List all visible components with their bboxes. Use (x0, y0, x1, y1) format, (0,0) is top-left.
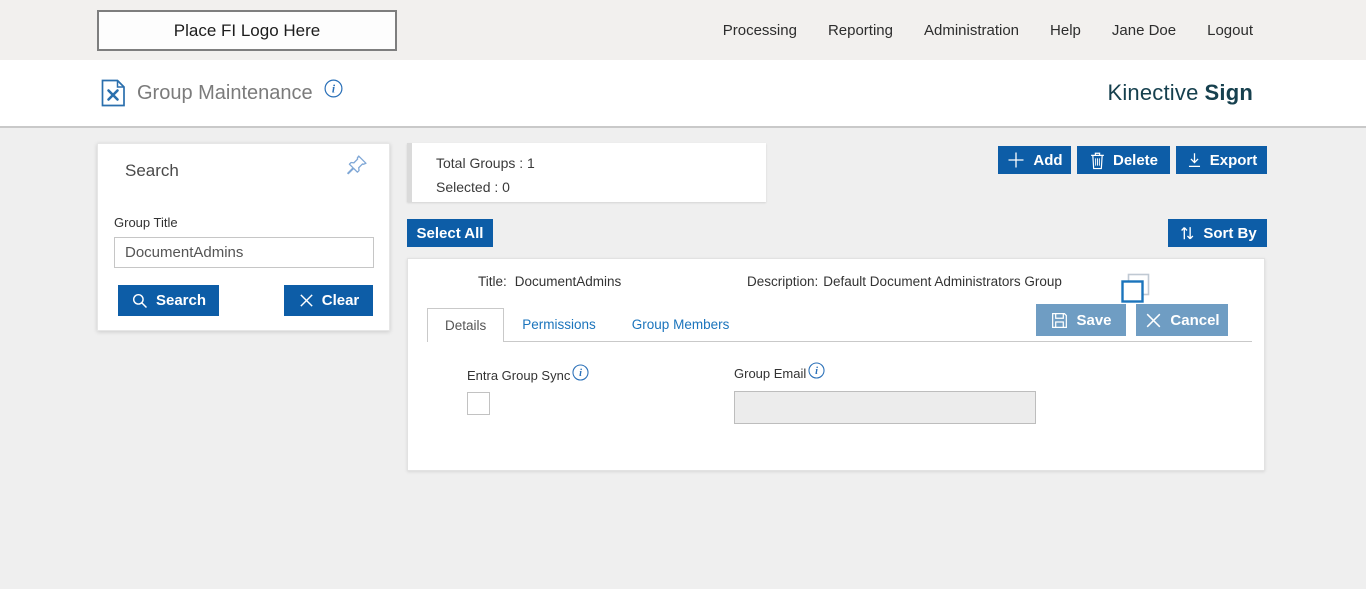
search-panel: Search Group Title Search Clear (97, 143, 390, 331)
cancel-button[interactable]: Cancel (1136, 304, 1228, 336)
select-all-button[interactable]: Select All (407, 219, 493, 247)
selected-value: 0 (502, 179, 510, 195)
top-bar: Place FI Logo Here Processing Reporting … (0, 0, 1366, 60)
nav-item-user[interactable]: Jane Doe (1112, 22, 1176, 39)
add-button-label: Add (1033, 151, 1063, 169)
pushpin-icon[interactable] (343, 153, 369, 179)
entra-group-sync-checkbox[interactable] (467, 392, 490, 415)
group-email-label: Group Email (734, 366, 807, 381)
group-description-line: Description: Default Document Administrat… (747, 274, 1062, 289)
tab-permissions[interactable]: Permissions (504, 308, 614, 341)
page-title-wrap: Group Maintenance i (100, 60, 343, 126)
select-all-button-label: Select All (416, 224, 484, 242)
export-button[interactable]: Export (1176, 146, 1267, 174)
delete-button-label: Delete (1112, 151, 1159, 169)
save-button[interactable]: Save (1036, 304, 1126, 336)
trash-icon (1089, 151, 1106, 170)
plus-icon (1006, 150, 1026, 170)
sort-by-button-label: Sort By (1203, 224, 1257, 242)
brand-product: Sign (1204, 80, 1253, 105)
svg-text:i: i (579, 368, 582, 379)
brand-name: Kinective (1107, 80, 1199, 105)
totals-box: Total Groups : 1 Selected : 0 (407, 143, 766, 202)
tab-group-members[interactable]: Group Members (614, 308, 748, 341)
svg-text:i: i (815, 366, 818, 377)
search-panel-title: Search (125, 161, 179, 180)
tab-details-label: Details (445, 318, 487, 333)
x-icon (1144, 311, 1163, 330)
entra-group-sync-info-icon[interactable]: i (572, 364, 589, 384)
download-icon (1186, 151, 1203, 169)
magnifier-icon (131, 292, 149, 310)
clear-button[interactable]: Clear (284, 285, 373, 316)
search-button[interactable]: Search (118, 285, 219, 316)
nav-item-administration[interactable]: Administration (924, 22, 1019, 39)
search-button-label: Search (155, 292, 207, 309)
entra-group-sync-label-row: Entra Group Sync i (467, 364, 589, 384)
clear-button-label: Clear (321, 292, 360, 309)
sub-header: Group Maintenance i Kinective Sign (0, 60, 1366, 128)
floppy-disk-icon (1050, 311, 1069, 330)
group-row-card: Title: DocumentAdmins Description: Default… (407, 258, 1265, 471)
fi-logo-text: Place FI Logo Here (173, 20, 321, 40)
group-title-field-value: DocumentAdmins (514, 274, 622, 289)
page-info-icon[interactable]: i (324, 79, 343, 103)
brand-logo: Kinective Sign (1107, 60, 1253, 126)
sort-by-button[interactable]: Sort By (1168, 219, 1267, 247)
group-description-field-label: Description: (747, 274, 819, 289)
group-maintenance-page: Place FI Logo Here Processing Reporting … (0, 0, 1366, 589)
tab-group-members-label: Group Members (631, 317, 730, 332)
document-tools-icon (100, 79, 126, 107)
tab-details[interactable]: Details (427, 308, 505, 342)
group-title-input[interactable] (114, 237, 374, 268)
group-email-label-row: Group Email i (734, 362, 825, 382)
main-nav: Processing Reporting Administration Help… (723, 0, 1253, 60)
nav-item-processing[interactable]: Processing (723, 22, 797, 39)
total-groups-label: Total Groups : (436, 155, 524, 171)
tab-permissions-label: Permissions (522, 317, 596, 332)
export-button-label: Export (1209, 151, 1258, 169)
nav-item-logout[interactable]: Logout (1207, 22, 1253, 39)
group-description-field-value: Default Document Administrators Group (823, 274, 1062, 289)
group-title-label: Group Title (114, 215, 178, 230)
total-groups-line: Total Groups : 1 (436, 151, 766, 175)
save-button-label: Save (1076, 311, 1112, 329)
svg-text:i: i (332, 84, 336, 96)
group-email-info-icon[interactable]: i (808, 362, 825, 382)
add-button[interactable]: Add (998, 146, 1071, 174)
group-title-field-label: Title: (478, 274, 507, 289)
selected-line: Selected : 0 (436, 175, 766, 199)
fi-logo-placeholder: Place FI Logo Here (97, 10, 397, 51)
delete-button[interactable]: Delete (1077, 146, 1170, 174)
x-icon (298, 292, 315, 309)
up-down-arrows-icon (1178, 224, 1196, 242)
page-title: Group Maintenance (137, 81, 313, 104)
nav-item-help[interactable]: Help (1050, 22, 1081, 39)
cancel-button-label: Cancel (1170, 311, 1220, 329)
group-email-input (734, 391, 1036, 424)
nav-item-reporting[interactable]: Reporting (828, 22, 893, 39)
total-groups-value: 1 (527, 155, 535, 171)
copy-icon[interactable] (1119, 272, 1152, 305)
entra-group-sync-label: Entra Group Sync (467, 368, 571, 383)
selected-label: Selected : (436, 179, 499, 195)
group-title-line: Title: DocumentAdmins (478, 274, 621, 289)
group-tabs: Details Permissions Group Members (427, 307, 1252, 342)
